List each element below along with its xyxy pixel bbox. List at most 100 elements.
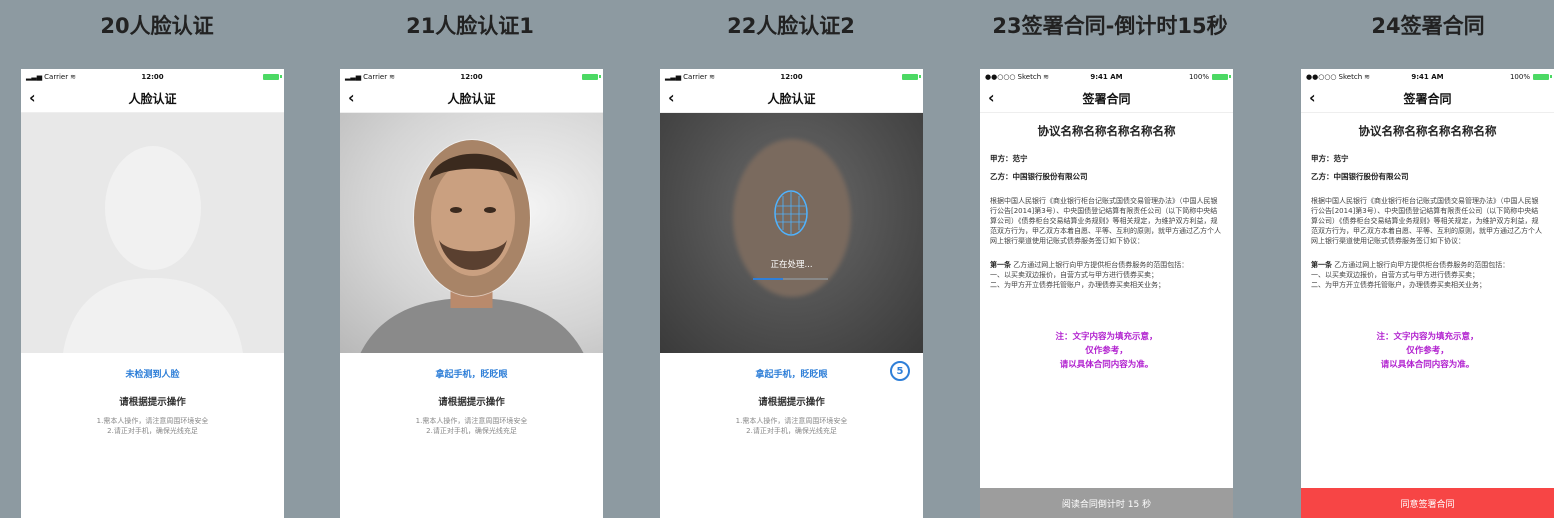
- nav-bar: ‹ 签署合同: [1301, 84, 1554, 113]
- tip-line: 1.需本人操作，请注意周围环境安全: [735, 417, 848, 425]
- screen-title-3: 22人脸认证2: [727, 14, 855, 38]
- back-icon[interactable]: ‹: [1309, 88, 1316, 107]
- nav-title: 人脸认证: [447, 91, 496, 106]
- signal-icon: ▂▃▅: [345, 72, 362, 81]
- screen-title-2: 21人脸认证1: [406, 14, 534, 38]
- battery-icon: [1532, 73, 1552, 80]
- face-photo: [413, 140, 530, 296]
- clock: 12:00: [780, 72, 803, 81]
- status-bar: ▂▃▅ Carrier ≋ 12:00: [340, 69, 603, 84]
- phone-contract-sign: ●●○○○ Sketch ≋ 9:41 AM 100% ‹ 签署合同 协议名称名称名…: [1301, 69, 1554, 518]
- nav-title: 人脸认证: [767, 91, 816, 106]
- clock: 9:41 AM: [1090, 72, 1123, 81]
- status-bar: ▂▃▅ Carrier ≋ 12:00: [21, 69, 284, 84]
- back-icon[interactable]: ‹: [668, 88, 675, 107]
- battery-icon: [262, 73, 282, 80]
- party-b: 乙方：中国银行股份有限公司: [990, 172, 1088, 181]
- screen-title-1: 20人脸认证: [100, 14, 214, 38]
- signal-icon: ●●○○○: [1306, 72, 1337, 81]
- wifi-icon: ≋: [70, 72, 76, 81]
- signal-icon: ▂▃▅: [26, 72, 43, 81]
- tip-line: 2.请正对手机，确保光线充足: [746, 427, 837, 435]
- instruction-text: 请根据提示操作: [438, 397, 505, 408]
- info-panel: 拿起手机，眨眨眼 5 请根据提示操作 1.需本人操作，请注意周围环境安全 2.请…: [660, 353, 923, 436]
- back-icon[interactable]: ‹: [29, 88, 36, 107]
- nav-bar: ‹ 签署合同: [980, 84, 1233, 113]
- countdown-badge: 5: [890, 361, 910, 381]
- contract-article: 第一条 乙方通过网上银行向甲方提供柜台债券服务的范围包括： 一、以买卖双边报价，…: [990, 260, 1223, 290]
- battery-icon: [901, 73, 921, 80]
- nav-bar: ‹ 人脸认证: [660, 84, 923, 113]
- contract-body: 协议名称名称名称名称名称 甲方：范宁 乙方：中国银行股份有限公司 根据中国人民银…: [980, 113, 1233, 372]
- back-icon[interactable]: ‹: [988, 88, 995, 107]
- clock: 12:00: [460, 72, 483, 81]
- article-item: 二、为甲方开立债券托管账户，办理债券买卖相关业务；: [990, 281, 1165, 289]
- article-heading: 第一条: [990, 261, 1011, 269]
- tip-line: 2.请正对手机，确保光线充足: [426, 427, 517, 435]
- note-line: 仅作参考，: [1085, 346, 1128, 356]
- clock: 9:41 AM: [1411, 72, 1444, 81]
- party-b: 乙方：中国银行股份有限公司: [1311, 172, 1409, 181]
- detection-prompt: 拿起手机，眨眨眼: [755, 370, 828, 380]
- screen-title-4: 23签署合同-倒计时15秒: [992, 14, 1228, 38]
- contract-article: 第一条 乙方通过网上银行向甲方提供柜台债券服务的范围包括： 一、以买卖双边报价，…: [1311, 260, 1544, 290]
- instruction-text: 请根据提示操作: [758, 397, 825, 408]
- signal-icon: ●●○○○: [985, 72, 1016, 81]
- tip-line: 2.请正对手机，确保光线充足: [107, 427, 198, 435]
- wifi-icon: ≋: [709, 72, 715, 81]
- signal-icon: ▂▃▅: [665, 72, 682, 81]
- screen-title-5: 24签署合同: [1371, 14, 1485, 38]
- back-icon[interactable]: ‹: [348, 88, 355, 107]
- phone-face-detected: ▂▃▅ Carrier ≋ 12:00 ‹ 人脸认证 拿起手机，眨眨眼 请根据提示操…: [340, 69, 603, 518]
- progress-fill: [753, 278, 783, 280]
- battery-percent: 100%: [1509, 72, 1530, 81]
- camera-preview: [340, 113, 603, 353]
- article-heading: 第一条: [1311, 261, 1332, 269]
- read-countdown-button[interactable]: 阅读合同倒计时 15 秒: [980, 488, 1233, 518]
- info-panel: 拿起手机，眨眨眼 请根据提示操作 1.需本人操作，请注意周围环境安全 2.请正对…: [340, 353, 603, 436]
- camera-preview: 正在处理...: [660, 113, 923, 353]
- status-bar: ▂▃▅ Carrier ≋ 12:00: [660, 69, 923, 84]
- note-line: 注：文字内容为填充示意，: [1055, 332, 1158, 342]
- carrier-label: Carrier: [363, 72, 388, 81]
- article-body: 乙方通过网上银行向甲方提供柜台债券服务的范围包括：: [1332, 261, 1510, 269]
- carrier-label: Sketch: [1017, 72, 1042, 81]
- battery-icon: [581, 73, 601, 80]
- note-line: 注：文字内容为填充示意，: [1376, 332, 1479, 342]
- carrier-label: Carrier: [683, 72, 708, 81]
- info-panel: 未检测到人脸 请根据提示操作 1.需本人操作，请注意周围环境安全 2.请正对手机…: [21, 353, 284, 436]
- contract-body: 协议名称名称名称名称名称 甲方：范宁 乙方：中国银行股份有限公司 根据中国人民银…: [1301, 113, 1554, 372]
- nav-title: 签署合同: [1403, 91, 1452, 106]
- status-bar: ●●○○○ Sketch ≋ 9:41 AM 100%: [1301, 69, 1554, 84]
- wifi-icon: ≋: [389, 72, 395, 81]
- nav-bar: ‹ 人脸认证: [340, 84, 603, 113]
- detection-prompt: 未检测到人脸: [125, 370, 180, 380]
- face-scan-icon: [774, 190, 808, 236]
- agree-sign-button[interactable]: 同意签署合同: [1301, 488, 1554, 518]
- contract-title: 协议名称名称名称名称名称: [1358, 124, 1497, 138]
- tips: 1.需本人操作，请注意周围环境安全 2.请正对手机，确保光线充足: [340, 416, 603, 436]
- nav-title: 签署合同: [1082, 91, 1131, 106]
- wifi-icon: ≋: [1043, 72, 1050, 81]
- tips: 1.需本人操作，请注意周围环境安全 2.请正对手机，确保光线充足: [660, 416, 923, 436]
- camera-preview: [21, 113, 284, 353]
- contract-note: 注：文字内容为填充示意， 仅作参考， 请以具体合同内容为准。: [990, 330, 1223, 372]
- contract-note: 注：文字内容为填充示意， 仅作参考， 请以具体合同内容为准。: [1311, 330, 1544, 372]
- contract-preamble: 根据中国人民银行《商业银行柜台记账式国债交易管理办法》（中国人民银行公告[201…: [1311, 197, 1542, 245]
- wifi-icon: ≋: [1364, 72, 1371, 81]
- face-silhouette-icon: [62, 146, 243, 353]
- tip-line: 1.需本人操作，请注意周围环境安全: [415, 417, 528, 425]
- instruction-text: 请根据提示操作: [119, 397, 186, 408]
- phone-contract-countdown: ●●○○○ Sketch ≋ 9:41 AM 100% ‹ 签署合同 协议名称名称名…: [980, 69, 1233, 518]
- nav-title: 人脸认证: [128, 91, 177, 106]
- tips: 1.需本人操作，请注意周围环境安全 2.请正对手机，确保光线充足: [21, 416, 284, 436]
- battery-icon: [1211, 73, 1231, 80]
- clock: 12:00: [141, 72, 164, 81]
- note-line: 请以具体合同内容为准。: [1380, 360, 1475, 370]
- article-body: 乙方通过网上银行向甲方提供柜台债券服务的范围包括：: [1011, 261, 1189, 269]
- face-frame: [412, 139, 531, 297]
- article-item: 一、以买卖双边报价，自营方式与甲方进行债券买卖；: [990, 271, 1158, 279]
- carrier-label: Sketch: [1338, 72, 1363, 81]
- nav-bar: ‹ 人脸认证: [21, 84, 284, 113]
- party-a: 甲方：范宁: [990, 154, 1028, 163]
